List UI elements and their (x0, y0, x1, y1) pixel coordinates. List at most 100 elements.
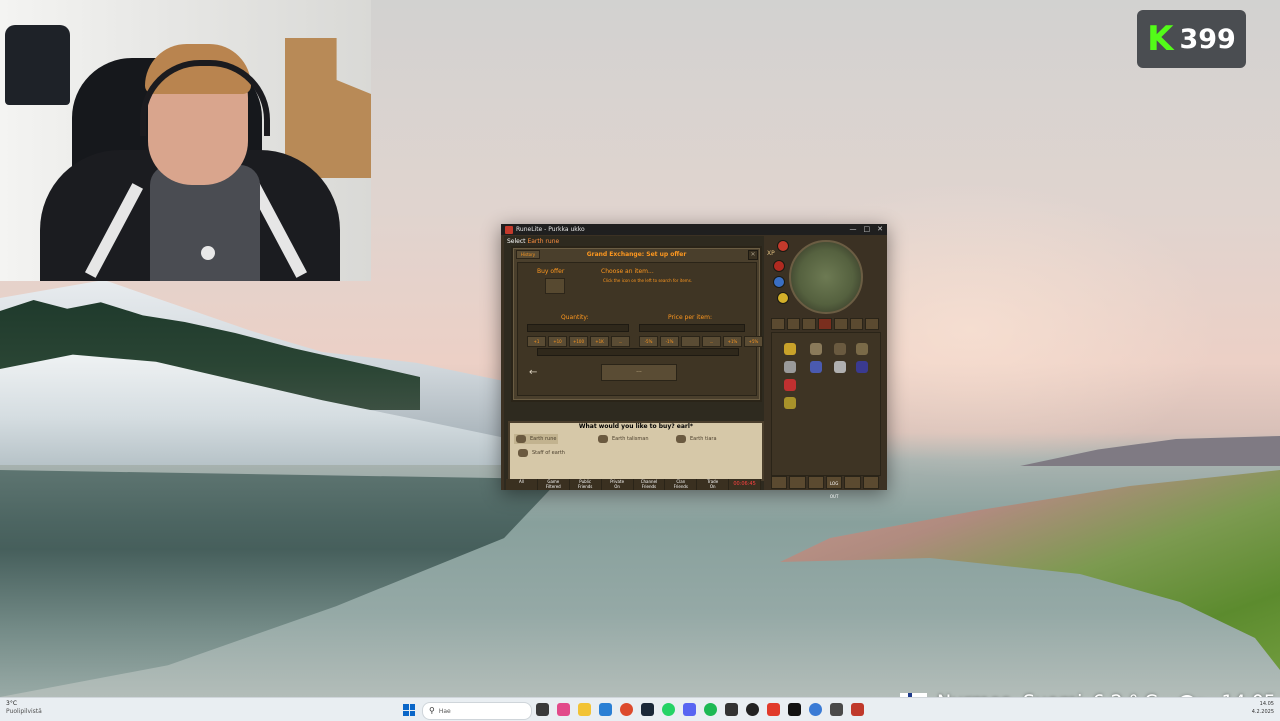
price-custom-button[interactable]: ... (702, 336, 721, 347)
grassland (780, 470, 1280, 670)
confirm-offer-button[interactable]: --- (601, 364, 677, 381)
combat-tab-icon[interactable] (771, 318, 785, 330)
game-side-panel: XP LOG OUT (765, 236, 885, 499)
qty-plus-1-button[interactable]: +1 (527, 336, 546, 347)
inventory-item-icon[interactable] (784, 397, 796, 409)
qty-custom-button[interactable]: ... (611, 336, 630, 347)
maximize-button[interactable]: □ (864, 225, 871, 234)
taskbar-apps (536, 703, 864, 716)
quests-tab-icon[interactable] (802, 318, 817, 330)
magic-tab-icon[interactable] (865, 318, 880, 330)
chat-tab-clan[interactable]: Clan Friends (665, 479, 698, 490)
logout-tab[interactable]: LOG OUT (825, 476, 843, 499)
inventory-item-icon[interactable] (834, 343, 846, 355)
price-field[interactable] (639, 324, 745, 332)
discord-icon[interactable] (683, 703, 696, 716)
runelite-window[interactable]: RuneLite - Purkka ukko — □ ✕ Select Eart… (501, 224, 887, 499)
github-icon[interactable] (746, 703, 759, 716)
friends-tab-icon[interactable] (771, 476, 788, 489)
whatsapp-icon[interactable] (662, 703, 675, 716)
copilot-icon[interactable] (557, 703, 570, 716)
obs-icon[interactable] (725, 703, 738, 716)
session-timer: 00:06:45 (729, 479, 761, 490)
window-titlebar[interactable]: RuneLite - Purkka ukko — □ ✕ (501, 224, 887, 235)
search-result-earth-tiara[interactable]: Earth tiara (676, 435, 717, 443)
chat-tab-trade[interactable]: Trade On (697, 479, 730, 490)
price-guide-button[interactable] (681, 336, 700, 347)
xp-orb-label[interactable]: XP (767, 250, 775, 257)
price-minus-5-button[interactable]: -5% (639, 336, 658, 347)
ge-history-button[interactable]: History (516, 250, 540, 259)
runelite-taskbar-icon[interactable] (851, 703, 864, 716)
search-result-earth-talisman[interactable]: Earth talisman (598, 435, 649, 443)
youtube-icon[interactable] (767, 703, 780, 716)
tab-line2: Friends (577, 484, 593, 489)
settings-app-icon[interactable] (809, 703, 822, 716)
bottom-interface-tabs: LOG OUT (771, 476, 879, 499)
chrome-icon[interactable] (620, 703, 633, 716)
file-explorer-icon[interactable] (578, 703, 591, 716)
task-view-icon[interactable] (536, 703, 549, 716)
ge-close-button[interactable]: ✕ (748, 250, 758, 260)
prayer-tab-icon[interactable] (849, 318, 864, 330)
inventory-tab-icon[interactable] (818, 318, 832, 330)
start-button[interactable] (403, 704, 415, 716)
search-placeholder: Hae (438, 707, 451, 715)
system-clock[interactable]: 14.05 4.2.2025 (1252, 700, 1274, 716)
prayer-orb-icon[interactable] (773, 260, 785, 272)
inventory-item-icon[interactable] (856, 343, 868, 355)
settings-tab-icon[interactable] (844, 476, 861, 489)
item-slot[interactable] (545, 278, 565, 294)
inventory-item-icon[interactable] (810, 343, 822, 355)
total-price-bar (537, 348, 739, 356)
inventory-item-icon[interactable] (784, 379, 796, 391)
qty-plus-1k-button[interactable]: +1K (590, 336, 609, 347)
chat-tab-public[interactable]: Public Friends (569, 479, 602, 490)
buy-offer-label: Buy offer (537, 268, 565, 275)
music-tab-icon[interactable] (862, 476, 879, 489)
hitpoints-orb-icon[interactable] (777, 240, 789, 252)
equipment-tab-icon[interactable] (833, 318, 848, 330)
minimap[interactable] (789, 240, 863, 314)
weather-widget[interactable]: 3°C Puolipilvistä (6, 700, 42, 716)
chat-tab-private[interactable]: Private On (601, 479, 634, 490)
search-result-label: Earth talisman (612, 436, 649, 442)
minimize-button[interactable]: — (850, 225, 857, 234)
steam-icon[interactable] (641, 703, 654, 716)
widget-condition: Puolipilvistä (6, 708, 42, 715)
back-arrow-icon[interactable]: ← (529, 368, 537, 378)
windows-taskbar: 3°C Puolipilvistä ⚲ Hae 14.05 4.2.2025 (0, 697, 1280, 721)
spotify-icon[interactable] (704, 703, 717, 716)
edge-icon[interactable] (599, 703, 612, 716)
price-minus-1-button[interactable]: -1% (660, 336, 679, 347)
chat-tab-game[interactable]: Game Filtered (537, 479, 570, 490)
skills-tab-icon[interactable] (786, 318, 801, 330)
qty-plus-10-button[interactable]: +10 (548, 336, 567, 347)
chat-tab-all[interactable]: All (506, 479, 538, 490)
search-result-earth-rune[interactable]: Earth rune (514, 434, 559, 444)
inventory-item-icon[interactable] (834, 361, 846, 373)
system-time: 14.05 (1259, 701, 1274, 707)
taskbar-search[interactable]: ⚲ Hae (422, 702, 532, 720)
emotes-tab-icon[interactable] (789, 476, 806, 489)
inventory-item-icon[interactable] (856, 361, 868, 373)
inventory-item-icon[interactable] (784, 361, 796, 373)
price-plus-5-button[interactable]: +5% (744, 336, 763, 347)
chatbox: What would you like to buy? earl* Earth … (508, 421, 764, 481)
qty-plus-100-button[interactable]: +100 (569, 336, 588, 347)
price-plus-1-button[interactable]: +1% (723, 336, 742, 347)
special-attack-orb-icon[interactable] (777, 292, 789, 304)
search-result-staff-of-earth[interactable]: Staff of earth (518, 449, 565, 457)
webcam-hanging-coat (5, 25, 70, 105)
widget-temperature: 3°C (6, 700, 18, 707)
capcut-icon[interactable] (788, 703, 801, 716)
app-icon[interactable] (830, 703, 843, 716)
inventory-item-icon[interactable] (810, 361, 822, 373)
inventory-item-icon[interactable] (784, 343, 796, 355)
close-button[interactable]: ✕ (877, 225, 883, 234)
quantity-field[interactable] (527, 324, 629, 332)
account-tab-icon[interactable] (807, 476, 824, 489)
run-orb-icon[interactable] (773, 276, 785, 288)
chat-tab-channel[interactable]: Channel Friends (633, 479, 666, 490)
game-viewport[interactable]: Select Earth rune Grand Exchange: Set up… (504, 236, 764, 490)
